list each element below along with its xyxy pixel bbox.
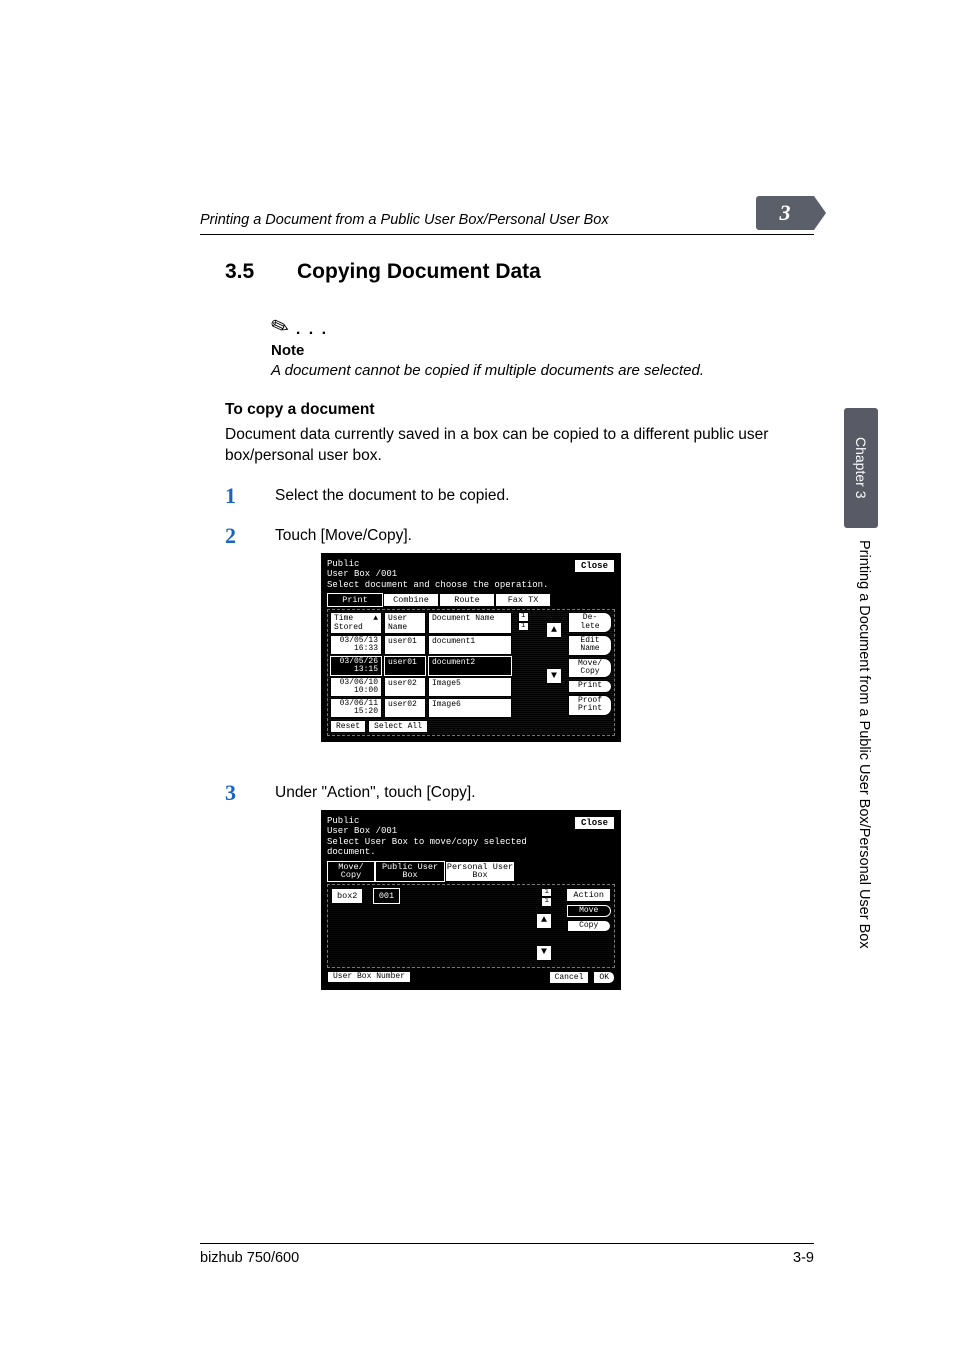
close-button[interactable]: Close — [574, 559, 615, 573]
cell-date: 03/06/11 15:20 — [330, 698, 382, 718]
print-button[interactable]: Print — [568, 680, 612, 692]
scroll-down-button[interactable]: ▼ — [546, 668, 562, 684]
cell-doc: document1 — [428, 635, 512, 655]
cell-doc: Image6 — [428, 698, 512, 718]
cell-user: user02 — [384, 698, 426, 718]
delete-button[interactable]: De- lete — [568, 612, 612, 633]
move-copy-button[interactable]: Move/ Copy — [568, 658, 612, 679]
cell-user: user01 — [384, 635, 426, 655]
footer-left: bizhub 750/600 — [200, 1250, 299, 1266]
tab-combine[interactable]: Combine — [383, 593, 439, 607]
col-time-stored[interactable]: Time Stored▲ — [330, 612, 382, 634]
screenshot-select-document: Public User Box /001 Select document and… — [321, 553, 621, 742]
edit-name-button[interactable]: Edit Name — [568, 635, 612, 656]
cell-date: 03/05/26 13:15 — [330, 656, 382, 676]
panel-title: Public User Box /001 Select User Box to … — [327, 816, 574, 857]
step-number: 3 — [225, 782, 247, 804]
col-document-name[interactable]: Document Name — [428, 612, 512, 634]
reset-button[interactable]: Reset — [330, 720, 366, 733]
page-indicator-bottom: 1 — [541, 897, 552, 907]
page-indicator-bottom: 1 — [518, 622, 529, 632]
section-number: 3.5 — [225, 260, 269, 284]
note-label: Note — [271, 342, 776, 359]
proof-print-button[interactable]: Proof Print — [568, 695, 612, 716]
panel-title-line1: Public — [327, 559, 359, 569]
subheading: To copy a document — [225, 401, 776, 419]
tab-print[interactable]: Print — [327, 593, 383, 607]
tab-personal-user-box[interactable]: Personal User Box — [445, 861, 515, 882]
panel-title: Public User Box /001 Select document and… — [327, 559, 548, 590]
cell-user: user02 — [384, 677, 426, 697]
step-number: 2 — [225, 525, 247, 547]
section-title: Copying Document Data — [297, 260, 541, 284]
col-time-label: Time Stored — [334, 614, 373, 632]
scroll-up-button[interactable]: ▲ — [546, 622, 562, 638]
running-header: Printing a Document from a Public User B… — [200, 212, 814, 235]
cell-doc: Image5 — [428, 677, 512, 697]
note-icon-row: ✎ . . . — [271, 314, 776, 340]
tab-fax-tx[interactable]: Fax TX — [495, 593, 551, 607]
panel-title-line2: User Box /001 — [327, 826, 397, 836]
chapter-badge-num: 3 — [780, 200, 791, 226]
page-indicator-top: 1 — [518, 612, 529, 622]
panel-subtitle: Select User Box to move/copy selected do… — [327, 837, 527, 857]
note-dots: . . . — [289, 321, 328, 338]
user-box-number-button[interactable]: User Box Number — [327, 971, 411, 983]
screenshot-move-copy: Public User Box /001 Select User Box to … — [321, 810, 621, 989]
cell-date: 03/05/13 16:33 — [330, 635, 382, 655]
step-text: Select the document to be copied. — [275, 485, 509, 505]
action-label: Action — [566, 888, 611, 902]
panel-subtitle: Select document and choose the operation… — [327, 580, 548, 590]
cell-doc: document2 — [428, 656, 512, 676]
copy-button[interactable]: Copy — [567, 920, 611, 932]
panel-title-line1: Public — [327, 816, 359, 826]
note-block: ✎ . . . Note A document cannot be copied… — [271, 314, 776, 381]
side-long-title: Printing a Document from a Public User B… — [856, 540, 872, 1140]
step-1: 1 Select the document to be copied. — [225, 485, 776, 507]
step-text: Under "Action", touch [Copy]. — [275, 782, 621, 802]
step-2: 2 Touch [Move/Copy]. Public User Box /00… — [225, 525, 776, 764]
cell-user: user01 — [384, 656, 426, 676]
sort-icon: ▲ — [373, 614, 378, 632]
ok-button[interactable]: OK — [593, 971, 615, 984]
footer-right: 3-9 — [793, 1250, 814, 1266]
box-item[interactable]: box2 — [331, 888, 363, 904]
box-item-selected[interactable]: 001 — [373, 888, 400, 904]
close-button[interactable]: Close — [574, 816, 615, 830]
intro-paragraph: Document data currently saved in a box c… — [225, 425, 776, 467]
chapter-badge: 3 — [756, 196, 814, 230]
move-button[interactable]: Move — [567, 905, 611, 917]
cancel-button[interactable]: Cancel — [549, 971, 590, 984]
cell-date: 03/06/10 10:00 — [330, 677, 382, 697]
step-text: Touch [Move/Copy]. — [275, 525, 621, 545]
side-chapter-tab: Chapter 3 — [844, 408, 878, 528]
step-number: 1 — [225, 485, 247, 507]
tab-route[interactable]: Route — [439, 593, 495, 607]
panel-title-line2: User Box /001 — [327, 569, 397, 579]
select-all-button[interactable]: Select All — [368, 720, 428, 733]
page-indicator-top: 1 — [541, 888, 552, 898]
note-text: A document cannot be copied if multiple … — [271, 361, 776, 381]
tab-public-user-box[interactable]: Public User Box — [375, 861, 445, 882]
scroll-down-button[interactable]: ▼ — [536, 945, 552, 961]
col-user-name[interactable]: User Name — [384, 612, 426, 634]
scroll-up-button[interactable]: ▲ — [536, 913, 552, 929]
tab-move-copy: Move/ Copy — [327, 861, 375, 882]
step-3: 3 Under "Action", touch [Copy]. Public U… — [225, 782, 776, 1011]
